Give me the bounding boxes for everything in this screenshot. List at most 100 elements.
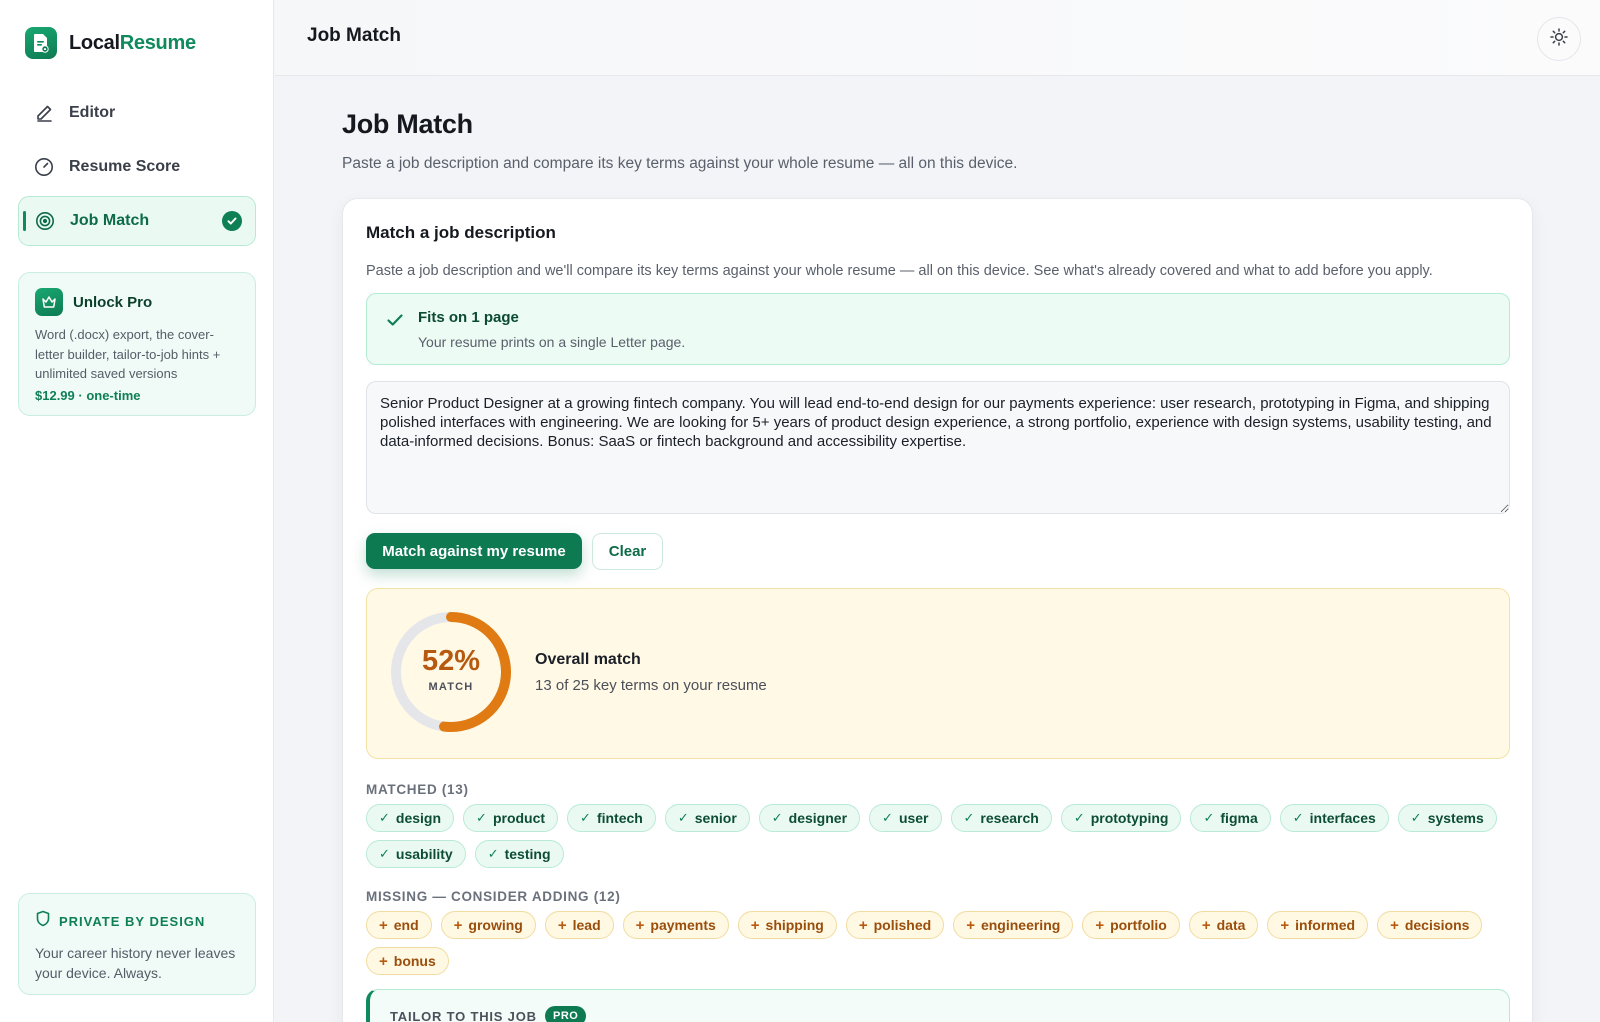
- term-label: engineering: [980, 917, 1061, 933]
- plus-icon: +: [453, 916, 463, 934]
- missing-term-chip[interactable]: + payments: [622, 911, 729, 939]
- check-circle-icon: [222, 211, 242, 231]
- missing-term-chip[interactable]: + engineering: [953, 911, 1074, 939]
- missing-term-chip[interactable]: + end: [366, 911, 432, 939]
- check-icon: [385, 310, 405, 335]
- unlock-pro-price: $12.99 · one-time: [35, 387, 141, 403]
- missing-term-chip[interactable]: + portfolio: [1082, 911, 1180, 939]
- target-icon: [34, 210, 56, 232]
- missing-term-chip[interactable]: + informed: [1267, 911, 1369, 939]
- check-icon: ✓: [882, 810, 893, 825]
- check-icon: ✓: [1292, 810, 1304, 825]
- term-label: systems: [1427, 810, 1484, 826]
- page-fit-subtitle: Your resume prints on a single Letter pa…: [418, 334, 686, 350]
- plus-icon: +: [379, 952, 388, 970]
- sidebar-item-job-match[interactable]: Job Match: [18, 196, 256, 246]
- term-label: designer: [788, 810, 848, 826]
- matched-term-chip: ✓ figma: [1190, 804, 1271, 832]
- sidebar-item-label: Job Match: [70, 212, 150, 229]
- check-icon: ✓: [379, 846, 390, 861]
- check-icon: ✓: [580, 810, 591, 825]
- term-label: prototyping: [1090, 810, 1169, 826]
- term-label: figma: [1220, 810, 1258, 826]
- matched-term-chip: ✓ research: [950, 804, 1052, 832]
- crown-icon: [35, 288, 63, 316]
- missing-term-chip[interactable]: + data: [1188, 911, 1259, 939]
- missing-term-chip[interactable]: + growing: [440, 911, 536, 939]
- sun-icon: [1549, 27, 1569, 52]
- check-icon: ✓: [379, 810, 390, 825]
- check-icon: ✓: [1203, 810, 1215, 825]
- missing-term-chip[interactable]: + shipping: [737, 911, 837, 939]
- topbar-title: Job Match: [307, 25, 401, 46]
- term-label: end: [393, 917, 419, 933]
- missing-term-chip[interactable]: + bonus: [366, 947, 449, 975]
- term-label: product: [492, 810, 546, 826]
- term-label: research: [980, 810, 1039, 826]
- missing-term-chip[interactable]: + polished: [845, 911, 945, 939]
- clear-button[interactable]: Clear: [592, 533, 663, 570]
- job-match-card: Match a job description Paste a job desc…: [342, 198, 1533, 1022]
- match-resume-button[interactable]: Match against my resume: [366, 533, 582, 569]
- matched-term-chip: ✓ systems: [1397, 804, 1497, 832]
- matched-term-chip: ✓ usability: [366, 840, 466, 868]
- card-description: Paste a job description and we'll compar…: [366, 263, 1433, 279]
- unlock-pro-card[interactable]: Unlock Pro Word (.docx) export, the cove…: [18, 272, 256, 416]
- term-label: interfaces: [1309, 810, 1376, 826]
- sidebar-item-label: Editor: [69, 104, 116, 121]
- match-score-panel: 52% MATCH Overall match 13 of 25 key ter…: [366, 588, 1510, 759]
- card-title: Match a job description: [366, 223, 556, 242]
- matched-term-chip: ✓ designer: [758, 804, 861, 832]
- check-icon: ✓: [487, 846, 499, 861]
- plus-icon: +: [1095, 916, 1105, 934]
- term-label: growing: [468, 917, 523, 933]
- matched-term-chip: ✓ fintech: [567, 804, 656, 832]
- job-description-input[interactable]: Senior Product Designer at a growing fin…: [366, 381, 1510, 514]
- plus-icon: +: [379, 916, 388, 934]
- term-label: lead: [572, 917, 601, 933]
- missing-term-chip[interactable]: + lead: [544, 911, 614, 939]
- pencil-icon: [33, 102, 55, 124]
- unlock-pro-title: Unlock Pro: [73, 293, 153, 311]
- overall-match-subtitle: 13 of 25 key terms on your resume: [535, 677, 767, 694]
- matched-term-chip: ✓ product: [463, 804, 559, 832]
- missing-terms: + end + growing + lead + payments + shipping + poli…: [366, 911, 1510, 975]
- resume-logo-icon: [25, 27, 57, 59]
- term-label: data: [1216, 917, 1246, 933]
- term-label: user: [898, 810, 929, 826]
- pro-badge: PRO: [545, 1006, 587, 1022]
- sidebar-nav: Editor Resume Score Job Match: [18, 88, 256, 250]
- plus-icon: +: [858, 916, 868, 934]
- matched-label: MATCHED (13): [366, 782, 469, 797]
- brand[interactable]: LocalResume: [25, 27, 196, 59]
- missing-term-chip[interactable]: + decisions: [1377, 911, 1483, 939]
- plus-icon: +: [1280, 916, 1290, 934]
- term-label: decisions: [1404, 917, 1470, 933]
- match-ring-label: MATCH: [428, 681, 474, 693]
- tailor-panel[interactable]: TAILOR TO THIS JOB PRO: [366, 989, 1510, 1022]
- matched-terms: ✓ design ✓ product ✓ fintech ✓ senior ✓ designer ✓…: [366, 804, 1510, 868]
- main-content: Job Match Paste a job description and co…: [275, 76, 1600, 1022]
- term-label: payments: [650, 917, 716, 933]
- missing-label: MISSING — CONSIDER ADDING (12): [366, 889, 621, 904]
- check-icon: ✓: [963, 810, 975, 825]
- plus-icon: +: [750, 916, 760, 934]
- theme-toggle-button[interactable]: [1537, 17, 1581, 61]
- check-icon: ✓: [771, 810, 783, 825]
- sidebar-item-editor[interactable]: Editor: [18, 88, 256, 138]
- term-label: bonus: [393, 953, 436, 969]
- sidebar-item-label: Resume Score: [69, 158, 181, 175]
- check-icon: ✓: [1410, 810, 1422, 825]
- plus-icon: +: [1390, 916, 1399, 934]
- term-label: shipping: [765, 917, 824, 933]
- sidebar: LocalResume Editor Resume Score Job Matc…: [0, 0, 274, 1022]
- term-label: informed: [1295, 917, 1356, 933]
- privacy-card: PRIVATE BY DESIGN Your career history ne…: [18, 893, 256, 995]
- match-percent: 52%: [421, 645, 481, 677]
- shield-icon: [35, 910, 51, 932]
- matched-term-chip: ✓ user: [869, 804, 942, 832]
- overall-match-title: Overall match: [535, 651, 641, 668]
- sidebar-item-resume-score[interactable]: Resume Score: [18, 142, 256, 192]
- term-label: fintech: [596, 810, 643, 826]
- matched-term-chip: ✓ senior: [664, 804, 750, 832]
